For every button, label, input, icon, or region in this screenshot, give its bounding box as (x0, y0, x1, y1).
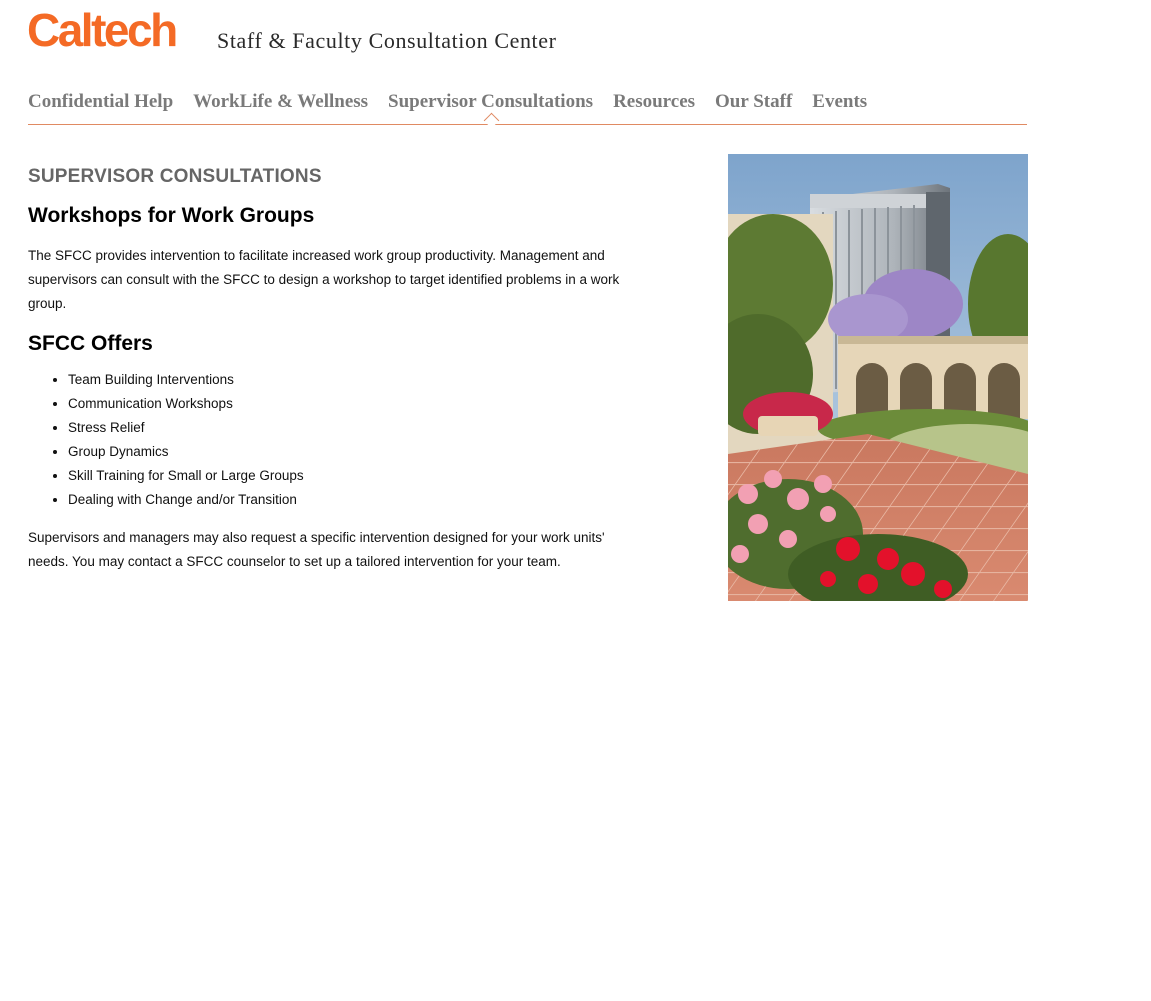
workshops-heading: Workshops for Work Groups (28, 204, 315, 227)
nav-link-worklife-wellness[interactable]: WorkLife & Wellness (193, 88, 368, 116)
nav-item-confidential-help: Confidential Help (28, 88, 173, 116)
site-title[interactable]: Staff & Faculty Consultation Center (217, 28, 557, 54)
page-title: SUPERVISOR CONSULTATIONS (28, 166, 322, 187)
main-content: SUPERVISOR CONSULTATIONS Workshops for W… (28, 166, 628, 574)
list-item: Skill Training for Small or Large Groups (68, 464, 628, 488)
intro-paragraph: The SFCC provides intervention to facili… (28, 248, 620, 311)
nav-link-our-staff[interactable]: Our Staff (715, 88, 792, 116)
nav-link-confidential-help[interactable]: Confidential Help (28, 88, 173, 116)
offers-heading: SFCC Offers (28, 332, 153, 355)
offers-list: Team Building Interventions Communicatio… (28, 368, 628, 512)
nav-link-resources[interactable]: Resources (613, 88, 695, 116)
nav-item-resources: Resources (613, 88, 695, 116)
campus-photo-illustration (728, 154, 1028, 601)
list-item: Stress Relief (68, 416, 628, 440)
nav-item-events: Events (812, 88, 867, 116)
main-nav: Confidential Help WorkLife & Wellness Su… (28, 88, 1027, 129)
nav-link-events[interactable]: Events (812, 88, 867, 116)
closing-paragraph: Supervisors and managers may also reques… (28, 530, 605, 569)
list-item: Communication Workshops (68, 392, 628, 416)
list-item: Team Building Interventions (68, 368, 628, 392)
nav-item-our-staff: Our Staff (715, 88, 792, 116)
nav-item-worklife-wellness: WorkLife & Wellness (193, 88, 368, 116)
campus-photo (728, 154, 1028, 601)
list-item: Group Dynamics (68, 440, 628, 464)
nav-item-supervisor-consultations: Supervisor Consultations (388, 88, 593, 129)
caltech-logo[interactable]: Caltech (27, 6, 178, 54)
site-header: Caltech Staff & Faculty Consultation Cen… (27, 6, 827, 66)
list-item: Dealing with Change and/or Transition (68, 488, 628, 512)
